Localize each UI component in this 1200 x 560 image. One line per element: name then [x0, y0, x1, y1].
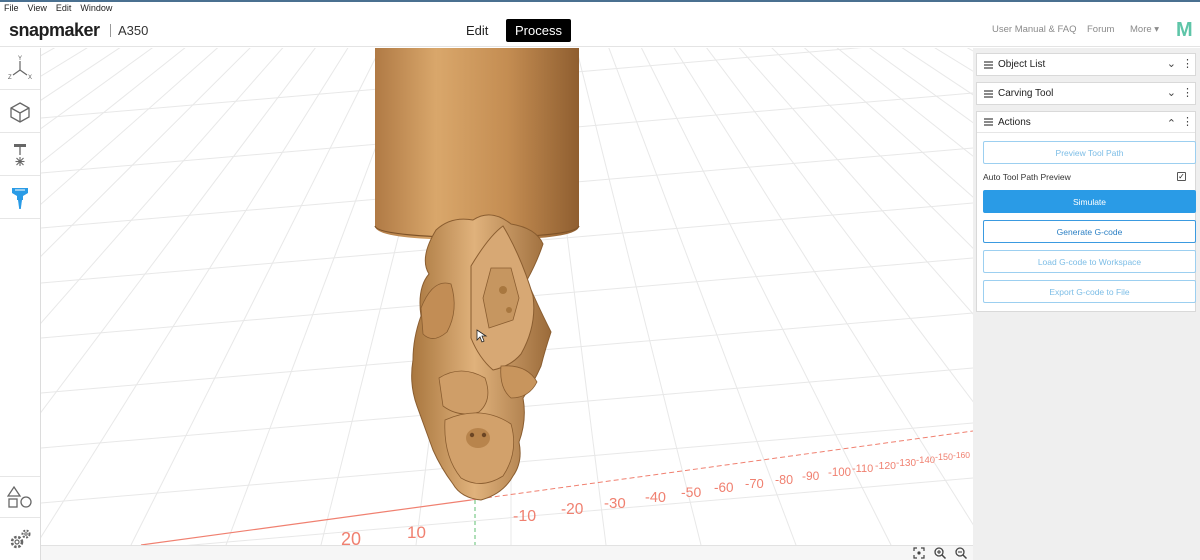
left-toolbar: Y Z X — [0, 48, 41, 560]
forum-link[interactable]: Forum — [1087, 24, 1114, 35]
kebab-menu-icon[interactable]: ⋮ — [1182, 86, 1193, 99]
chevron-down-icon[interactable]: ⌄ — [1167, 57, 1176, 70]
cnc-mode-button[interactable] — [0, 177, 40, 219]
axis-tick-label: -130 — [896, 458, 916, 469]
chevron-down-icon[interactable]: ⌄ — [1167, 86, 1176, 99]
axis-tick-label: -10 — [513, 508, 536, 525]
menu-file[interactable]: File — [4, 2, 19, 14]
axes-view-button[interactable]: Y Z X — [0, 48, 40, 90]
right-panel: Object List ⌄ ⋮ Carving Tool ⌄ ⋮ Actions… — [973, 48, 1200, 560]
axis-tick-label: -20 — [561, 501, 584, 518]
stock-cylinder — [374, 48, 580, 240]
machine-model: A350 — [118, 23, 149, 38]
viewport-controls — [41, 545, 973, 560]
kebab-menu-icon[interactable]: ⋮ — [1182, 57, 1193, 70]
zoom-in-icon[interactable] — [933, 546, 947, 560]
axis-tick-label: -90 — [802, 469, 820, 483]
preview-tool-path-button[interactable]: Preview Tool Path — [983, 141, 1196, 164]
axis-label-y: Y — [18, 56, 22, 62]
axis-tick-label: -100 — [828, 467, 851, 479]
laser-icon — [14, 143, 26, 166]
load-gcode-button[interactable]: Load G-code to Workspace — [983, 250, 1196, 273]
chevron-up-icon[interactable]: ⌃ — [1167, 117, 1176, 130]
menu-window[interactable]: Window — [80, 2, 112, 14]
settings-button[interactable] — [0, 519, 40, 560]
axis-tick-label: -60 — [714, 480, 734, 495]
drag-handle-icon — [984, 60, 993, 69]
actions-body: Preview Tool Path Auto Tool Path Preview… — [977, 133, 1196, 311]
tab-process[interactable]: Process — [506, 19, 571, 42]
generate-gcode-button[interactable]: Generate G-code — [983, 220, 1196, 243]
shapes-icon — [7, 485, 32, 508]
laser-mode-button[interactable] — [0, 134, 40, 176]
actions-section: Actions ⌃ ⋮ Preview Tool Path Auto Tool … — [976, 111, 1196, 312]
app-window: File View Edit Window snapmaker A350 Edi… — [0, 0, 1200, 560]
menu-bar: File View Edit Window — [0, 2, 1200, 14]
axis-label-x: X — [28, 75, 32, 81]
menu-edit[interactable]: Edit — [56, 2, 72, 14]
snapmaker-logo: snapmaker — [9, 20, 100, 40]
axis-tick-label: -50 — [681, 484, 701, 500]
auto-preview-row: Auto Tool Path Preview ✓ — [983, 164, 1189, 190]
app-header: snapmaker A350 Edit Process User Manual … — [0, 14, 1200, 47]
brand-m-icon[interactable]: M — [1176, 19, 1193, 42]
simulate-button[interactable]: Simulate — [983, 190, 1196, 213]
cube-icon — [10, 101, 30, 123]
axis-tick-label: -30 — [604, 495, 626, 512]
menu-view[interactable]: View — [28, 2, 47, 14]
object-list-header[interactable]: Object List ⌄ ⋮ — [977, 54, 1195, 75]
axis-tick-label: 20 — [341, 529, 361, 545]
user-manual-link[interactable]: User Manual & FAQ — [992, 24, 1076, 35]
axis-tick-label: -70 — [745, 476, 764, 491]
fit-view-icon[interactable] — [912, 546, 926, 560]
axis-tick-label: -80 — [775, 473, 793, 487]
axis-tick-labels: 20 10-10 -20 -30 -40 -50 -60 -70 -80 -90 -100 -110-… — [341, 450, 970, 545]
shapes-button[interactable] — [0, 476, 40, 518]
auto-preview-label: Auto Tool Path Preview — [983, 172, 1071, 182]
axis-tick-label: -120 — [875, 460, 896, 472]
carved-model — [411, 214, 552, 501]
axis-tick-label: -40 — [645, 490, 666, 506]
zoom-out-icon[interactable] — [954, 546, 968, 560]
axes-icon: Y Z X — [8, 56, 32, 81]
object-list-title: Object List — [998, 59, 1046, 70]
export-gcode-button[interactable]: Export G-code to File — [983, 280, 1196, 303]
carving-tool-title: Carving Tool — [998, 88, 1054, 99]
actions-title: Actions — [998, 116, 1031, 128]
drag-handle-icon — [984, 118, 993, 126]
3d-view-button[interactable] — [0, 91, 40, 133]
tab-edit[interactable]: Edit — [457, 19, 497, 42]
kebab-menu-icon[interactable]: ⋮ — [1182, 115, 1193, 128]
axis-tick-label: -140 — [916, 455, 935, 466]
carving-tool-section: Carving Tool ⌄ ⋮ — [976, 82, 1196, 105]
axis-tick-label: 10 — [407, 523, 426, 542]
auto-preview-checkbox[interactable]: ✓ — [1177, 172, 1186, 181]
axis-label-z: Z — [8, 75, 12, 81]
axis-tick-label: -150 — [935, 452, 953, 462]
axis-tick-label: -160 — [953, 450, 970, 460]
viewport-canvas: 20 10-10 -20 -30 -40 -50 -60 -70 -80 -90 -100 -110-… — [41, 48, 973, 545]
cnc-icon — [12, 187, 28, 209]
carving-tool-header[interactable]: Carving Tool ⌄ ⋮ — [977, 83, 1195, 104]
axis-tick-label: -110 — [852, 463, 873, 475]
header-divider — [110, 24, 111, 37]
drag-handle-icon — [984, 89, 993, 98]
3d-viewport[interactable]: 20 10 -10 -20 -30 -40 -50 -60 -70 -80 -90 -100 -110-… — [41, 48, 973, 545]
object-list-section: Object List ⌄ ⋮ — [976, 53, 1196, 76]
gear-icon — [10, 529, 31, 549]
more-menu[interactable]: More ▾ — [1130, 24, 1159, 35]
actions-header[interactable]: Actions ⌃ ⋮ — [977, 112, 1195, 133]
